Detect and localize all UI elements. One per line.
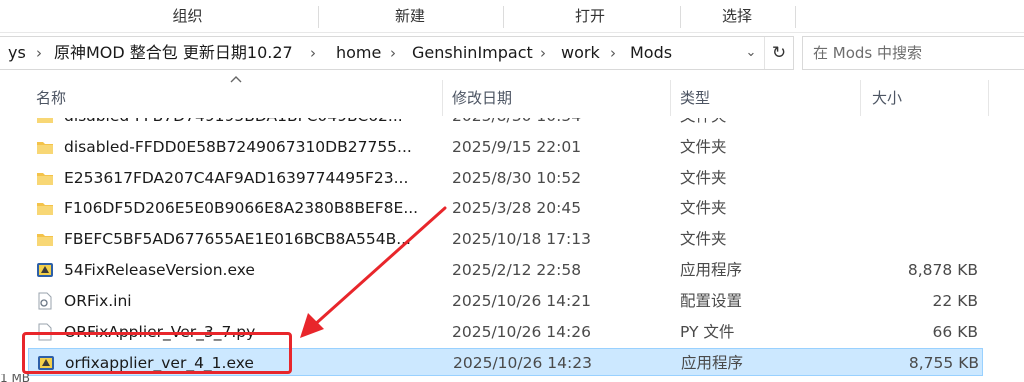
column-header-type[interactable]: 类型 <box>680 86 850 110</box>
column-header-name[interactable]: 名称 <box>36 86 436 110</box>
breadcrumb-item[interactable]: ys <box>8 37 26 69</box>
ribbon-group-select[interactable]: 选择 <box>682 0 792 32</box>
column-divider[interactable] <box>860 80 861 116</box>
folder-icon <box>36 138 54 156</box>
file-modified: 2025/10/18 17:13 <box>452 230 591 249</box>
file-type: 文件夹 <box>680 230 727 249</box>
file-modified: 2025/2/12 22:58 <box>452 261 582 279</box>
breadcrumb-item[interactable]: work <box>561 37 600 69</box>
file-modified: 2025/10/26 14:23 <box>453 354 592 373</box>
chevron-right-icon[interactable]: › <box>390 37 396 69</box>
sort-ascending-icon[interactable] <box>229 74 243 84</box>
ribbon-group-open[interactable]: 打开 <box>505 0 675 32</box>
chevron-right-icon[interactable]: › <box>36 37 42 69</box>
column-divider[interactable] <box>442 80 443 116</box>
chevron-down-icon[interactable]: ⌄ <box>740 37 762 69</box>
file-type: 文件夹 <box>680 199 727 218</box>
file-size: 8,755 KB <box>908 354 979 373</box>
refresh-icon[interactable]: ↻ <box>764 37 793 69</box>
highlight-box <box>22 332 292 374</box>
search-placeholder: 在 Mods 中搜索 <box>813 44 922 62</box>
column-header-size[interactable]: 大小 <box>872 86 982 110</box>
ribbon-separator <box>680 6 681 28</box>
chevron-right-icon[interactable]: › <box>610 37 616 69</box>
file-type: PY 文件 <box>680 322 735 341</box>
chevron-right-icon[interactable]: › <box>540 37 546 69</box>
breadcrumb-item-current[interactable]: Mods <box>630 37 672 69</box>
ribbon-group-organize[interactable]: 组织 <box>60 0 315 32</box>
ribbon-group-new[interactable]: 新建 <box>320 0 500 32</box>
address-row: ys › 原神MOD 整合包 更新日期10.27 › home › Genshi… <box>0 36 1024 70</box>
file-row[interactable]: disabled-FFDD0E58B7249067310DB27755... 20… <box>28 133 983 161</box>
file-row[interactable]: F106DF5D206E5E0B9066E8A2380B8BEF8E... 202… <box>28 194 983 222</box>
ribbon: 组织 新建 打开 选择 <box>0 0 1024 32</box>
ribbon-divider <box>0 32 1024 33</box>
breadcrumb-item[interactable]: home <box>336 37 381 69</box>
file-modified: 2025/3/28 20:45 <box>452 199 582 218</box>
file-size: 22 KB <box>932 291 978 310</box>
file-size: 8,878 KB <box>907 261 978 279</box>
search-input[interactable]: 在 Mods 中搜索 <box>802 36 1024 70</box>
file-modified: 2025/8/30 10:52 <box>452 168 582 187</box>
file-size <box>858 133 978 161</box>
ribbon-separator <box>318 6 319 28</box>
file-name: disabled-FFDD0E58B7249067310DB27755... <box>64 137 412 156</box>
ini-file-icon <box>36 292 54 310</box>
folder-icon <box>36 169 54 187</box>
file-type: 文件夹 <box>680 168 727 187</box>
file-row[interactable]: FBEFC5BF5AD677655AE1E016BCB8A554B... 2025… <box>28 225 983 253</box>
file-type: 应用程序 <box>680 261 743 279</box>
folder-icon <box>36 230 54 248</box>
file-name: E253617FDA207C4AF9AD1639774495F23... <box>64 168 409 187</box>
breadcrumb-item[interactable]: 原神MOD 整合包 更新日期10.27 <box>54 37 293 69</box>
file-modified: 2025/10/26 14:26 <box>452 322 591 341</box>
file-modified: 2025/10/26 14:21 <box>452 291 591 310</box>
file-size <box>858 194 978 222</box>
file-modified: 2025/9/15 22:01 <box>452 137 582 156</box>
folder-icon <box>36 199 54 217</box>
status-text: 1 MB <box>0 374 31 382</box>
file-row[interactable]: 54FixReleaseVersion.exe 2025/2/12 22:58 应用… <box>28 256 983 284</box>
file-type: 应用程序 <box>681 354 744 373</box>
ribbon-separator <box>503 6 504 28</box>
file-row[interactable]: ORFix.ini 2025/10/26 14:21 配置设置 22 KB <box>28 287 983 315</box>
red-arrow-annotation <box>300 206 447 338</box>
ribbon-separator <box>795 6 796 28</box>
exe-icon <box>36 261 54 279</box>
address-bar[interactable]: ys › 原神MOD 整合包 更新日期10.27 › home › Genshi… <box>0 36 794 70</box>
file-size <box>858 225 978 253</box>
column-divider[interactable] <box>988 80 989 116</box>
column-header-modified[interactable]: 修改日期 <box>452 86 662 110</box>
chevron-right-icon[interactable]: › <box>310 37 316 69</box>
file-type: 文件夹 <box>680 137 727 156</box>
breadcrumb-item[interactable]: GenshinImpact <box>412 37 533 69</box>
column-divider[interactable] <box>670 80 671 116</box>
file-size: 66 KB <box>932 322 978 341</box>
file-size <box>858 164 978 192</box>
file-row[interactable]: E253617FDA207C4AF9AD1639774495F23... 2025… <box>28 164 983 192</box>
file-type: 配置设置 <box>680 291 743 310</box>
